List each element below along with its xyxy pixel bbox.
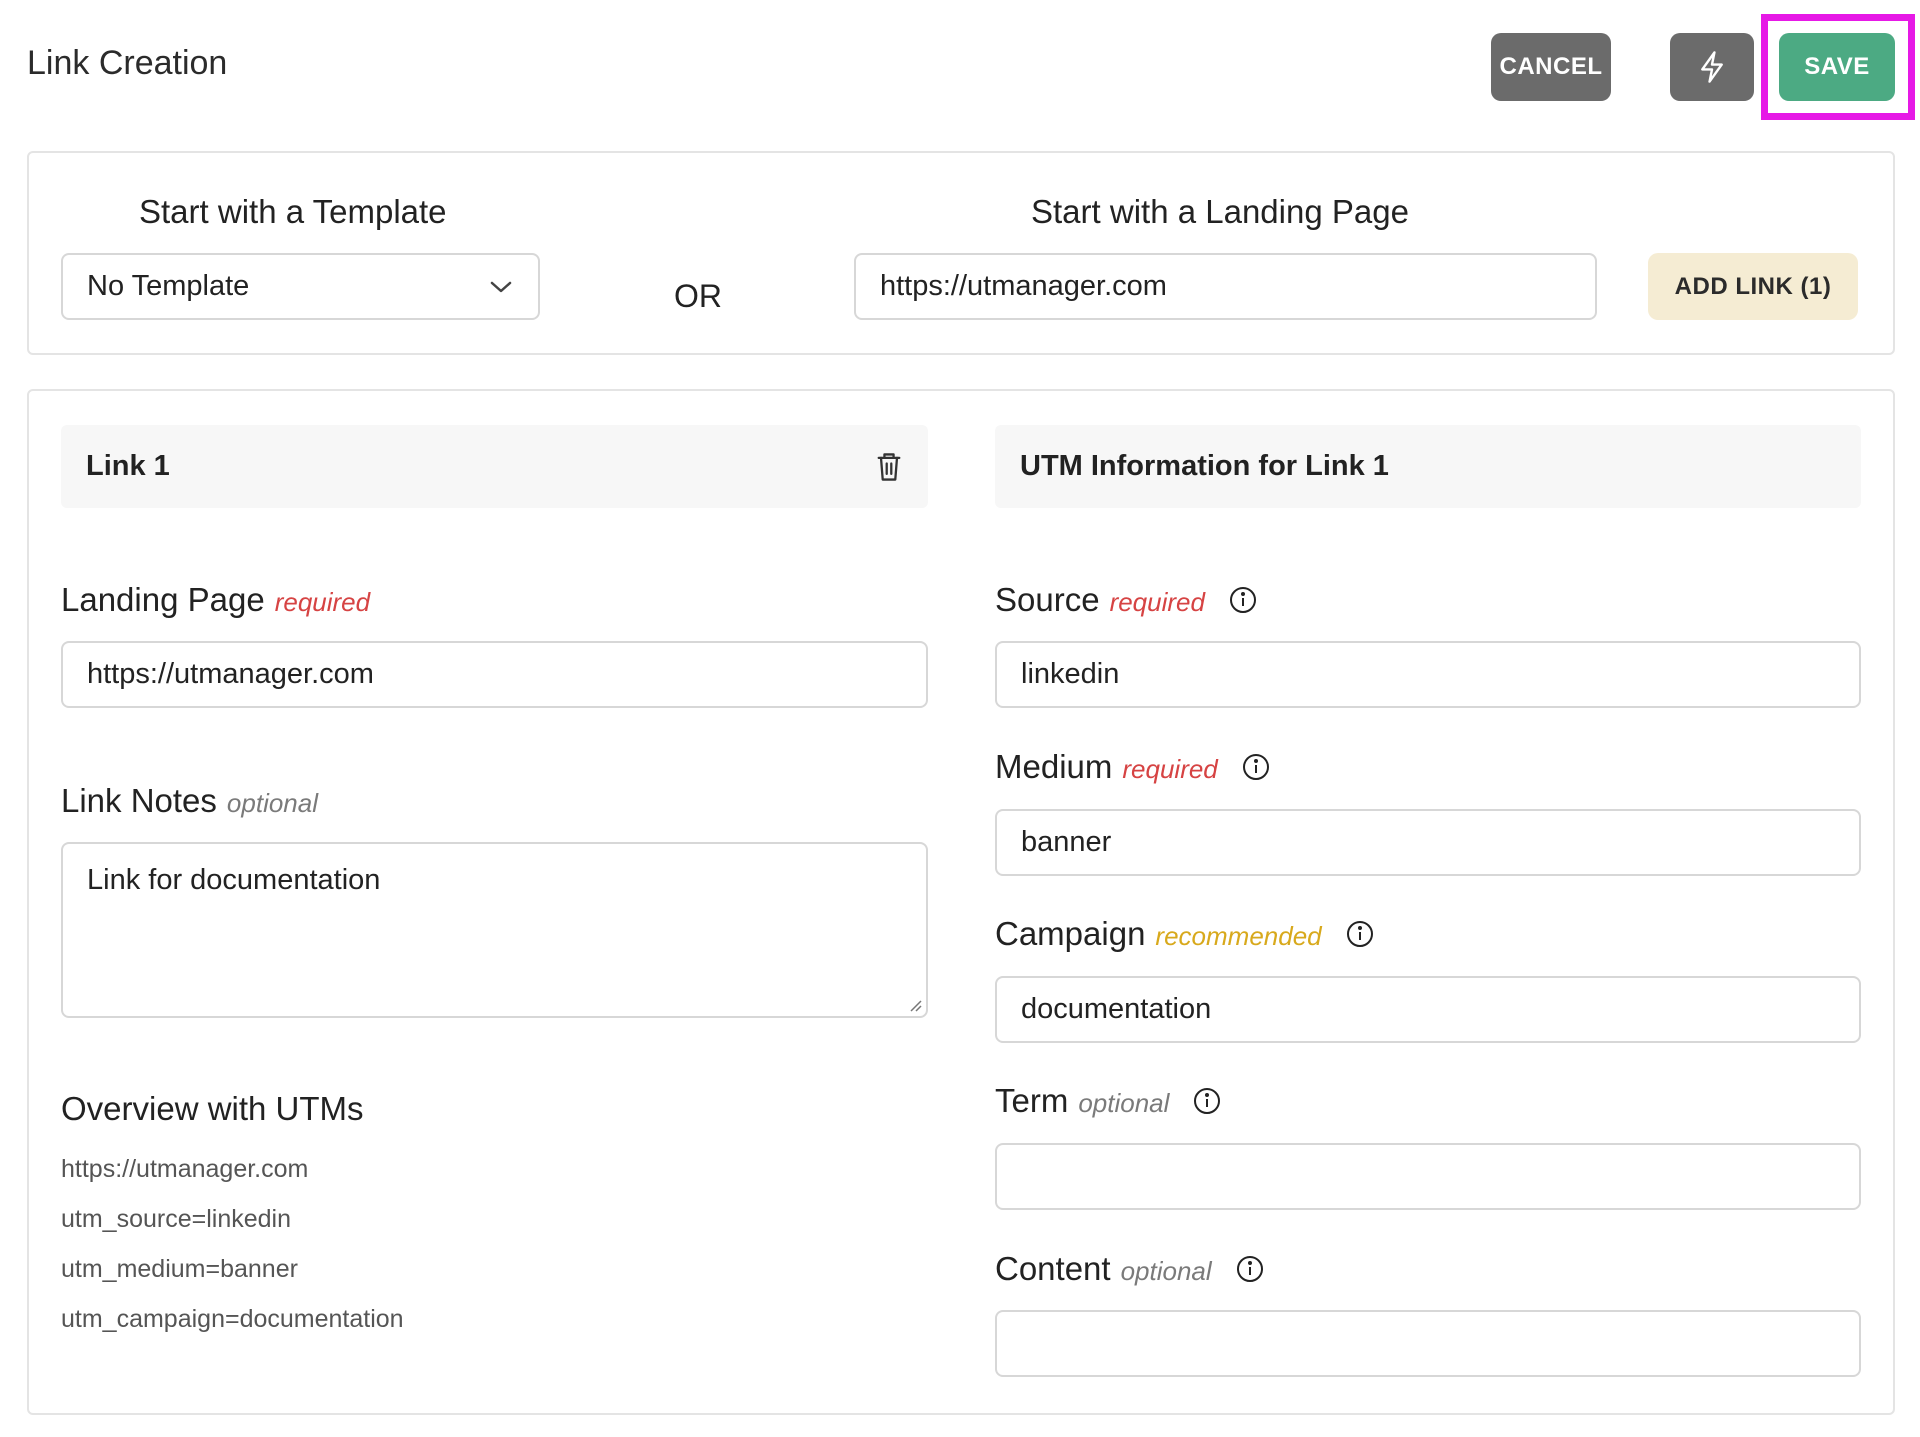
landing-page-label: Landing Page required: [61, 581, 370, 619]
resize-handle-icon[interactable]: [908, 998, 922, 1012]
template-select[interactable]: No Template: [61, 253, 540, 320]
info-icon[interactable]: [1236, 1255, 1264, 1283]
campaign-label-text: Campaign: [995, 915, 1146, 952]
lightning-bolt-icon: [1701, 51, 1723, 83]
campaign-input[interactable]: documentation: [995, 976, 1861, 1043]
term-label: Term optional: [995, 1082, 1221, 1120]
info-icon[interactable]: [1242, 753, 1270, 781]
required-tag: required: [1109, 587, 1205, 617]
link-panel-header: Link 1: [61, 425, 928, 508]
utm-panel-title: UTM Information for Link 1: [1020, 450, 1389, 482]
link-notes-value: Link for documentation: [87, 864, 381, 896]
page-title: Link Creation: [27, 44, 228, 82]
optional-tag: optional: [1120, 1256, 1212, 1286]
template-select-value: No Template: [87, 270, 250, 302]
overview-line: utm_source=linkedin: [61, 1205, 291, 1233]
content-label: Content optional: [995, 1250, 1264, 1288]
optional-tag: optional: [1078, 1088, 1170, 1118]
add-link-button[interactable]: ADD LINK (1): [1648, 253, 1858, 320]
source-input[interactable]: linkedin: [995, 641, 1861, 708]
link-panel-title: Link 1: [86, 450, 170, 482]
campaign-label: Campaign recommended: [995, 915, 1374, 953]
term-input[interactable]: [995, 1143, 1861, 1210]
overview-line: https://utmanager.com: [61, 1155, 309, 1183]
link-notes-label: Link Notes optional: [61, 782, 318, 820]
utm-panel-header: UTM Information for Link 1: [995, 425, 1861, 508]
source-label-text: Source: [995, 581, 1100, 618]
link-notes-textarea[interactable]: Link for documentation: [61, 842, 928, 1018]
required-tag: required: [274, 587, 371, 617]
link-notes-label-text: Link Notes: [61, 782, 217, 819]
trash-icon[interactable]: [875, 451, 903, 483]
term-label-text: Term: [995, 1082, 1069, 1119]
medium-label: Medium required: [995, 748, 1270, 786]
overview-title: Overview with UTMs: [61, 1090, 364, 1127]
save-button[interactable]: SAVE: [1779, 33, 1895, 101]
info-icon[interactable]: [1193, 1087, 1221, 1115]
start-landing-page-input[interactable]: https://utmanager.com: [854, 253, 1597, 320]
chevron-down-icon: [490, 281, 512, 292]
optional-tag: optional: [226, 788, 318, 818]
overview-line: utm_campaign=documentation: [61, 1305, 404, 1333]
cancel-button[interactable]: CANCEL: [1491, 33, 1611, 101]
medium-label-text: Medium: [995, 748, 1113, 785]
content-label-text: Content: [995, 1250, 1111, 1287]
source-label: Source required: [995, 581, 1257, 619]
overview-line: utm_medium=banner: [61, 1255, 298, 1283]
landing-page-heading: Start with a Landing Page: [1031, 193, 1409, 230]
quick-action-button[interactable]: [1670, 33, 1754, 101]
landing-page-input[interactable]: https://utmanager.com: [61, 641, 928, 708]
info-icon[interactable]: [1229, 586, 1257, 614]
medium-input[interactable]: banner: [995, 809, 1861, 876]
or-separator: OR: [674, 278, 722, 314]
required-tag: required: [1122, 754, 1218, 784]
template-heading: Start with a Template: [139, 193, 447, 230]
landing-page-label-text: Landing Page: [61, 581, 265, 618]
content-input[interactable]: [995, 1310, 1861, 1377]
recommended-tag: recommended: [1155, 921, 1322, 951]
info-icon[interactable]: [1346, 920, 1374, 948]
